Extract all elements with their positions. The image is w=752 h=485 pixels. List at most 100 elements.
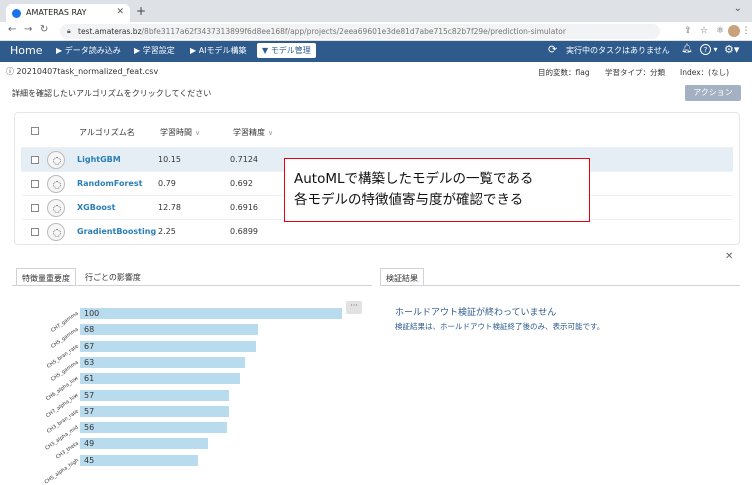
row-checkbox[interactable] [31, 228, 39, 236]
holdout-status-note: 検証結果は、ホールドアウト検証終了後のみ、表示可能です。 [395, 322, 605, 331]
project-info-bar: ⓘ 20210407task_normalized_feat.csv 目的変数：… [0, 62, 752, 80]
algorithm-icon [47, 199, 65, 217]
importance-value: 68 [84, 325, 95, 335]
app-navbar: Home ▶ データ読み込み ▶ 学習設定 ▶ AIモデル構築 ▼ モデル管理 … [0, 41, 752, 62]
annotation-callout: AutoMLで構築したモデルの一覧である 各モデルの特徴値寄与度が確認できる [284, 158, 590, 222]
favicon-icon [12, 9, 21, 18]
chart-more-button[interactable]: ··· [346, 301, 362, 314]
tab-row-effect[interactable]: 行ごとの影響度 [80, 268, 146, 286]
close-tab-icon[interactable]: ✕ [116, 7, 124, 17]
tab-validation-results[interactable]: 検証結果 [380, 268, 424, 286]
header-accuracy[interactable]: 学習精度 ∨ [233, 127, 273, 138]
importance-bar[interactable] [80, 324, 259, 336]
row-checkbox[interactable] [31, 204, 39, 212]
nav-learning-settings[interactable]: ▶ 学習設定 [134, 45, 175, 56]
train-time: 2.25 [158, 227, 176, 236]
nav-model-management[interactable]: ▼ モデル管理 [257, 43, 316, 58]
lock-icon: 🔒︎ [67, 27, 71, 35]
importance-bar[interactable] [80, 308, 342, 319]
algorithm-name[interactable]: XGBoost [77, 203, 115, 212]
importance-value: 45 [84, 455, 95, 465]
train-time: 12.78 [158, 203, 181, 212]
help-label: ? [700, 44, 711, 55]
train-time: 0.79 [158, 179, 176, 188]
select-all-checkbox[interactable] [31, 127, 39, 135]
profile-avatar[interactable] [728, 25, 740, 37]
importance-bar[interactable] [80, 340, 256, 352]
back-icon[interactable]: ← [8, 24, 16, 35]
importance-value: 67 [84, 341, 95, 351]
browser-tab-bar: AMATERAS RAY ✕ + ⌄ [0, 0, 752, 22]
reload-icon[interactable]: ↻ [40, 24, 48, 35]
importance-bar[interactable] [80, 438, 209, 450]
algorithm-icon [47, 223, 65, 241]
feature-label: CH5_alpha_high [43, 457, 80, 485]
address-bar[interactable]: 🔒︎ test.amateras.bz/8bfe3117a62f34373138… [60, 24, 660, 39]
importance-bar[interactable] [80, 405, 230, 417]
learning-type: 学習タイプ：分類 [605, 68, 665, 77]
importance-value: 57 [84, 406, 95, 416]
extensions-icon[interactable]: ⚛ [714, 25, 726, 37]
settings-gear-icon[interactable]: ⚙▾ [724, 43, 739, 56]
importance-bar[interactable] [80, 422, 227, 434]
table-row[interactable]: GradientBoosting 2.25 0.6899 [21, 219, 733, 243]
instruction-text: 詳細を確認したいアルゴリズムをクリックしてください [12, 89, 212, 98]
tab-title: AMATERAS RAY [26, 8, 87, 17]
share-icon[interactable]: ⇪ [682, 25, 694, 37]
importance-bar[interactable] [80, 389, 230, 401]
importance-value: 49 [84, 439, 95, 449]
browser-toolbar: ← → ↻ 🔒︎ test.amateras.bz/8bfe3117a62f34… [0, 22, 752, 41]
nav-ai-model-build[interactable]: ▶ AIモデル構築 [190, 45, 247, 56]
bookmark-star-icon[interactable]: ☆ [698, 25, 710, 37]
row-checkbox[interactable] [31, 156, 39, 164]
row-checkbox[interactable] [31, 180, 39, 188]
train-time: 10.15 [158, 155, 181, 164]
importance-value: 100 [84, 309, 100, 318]
importance-bar[interactable] [80, 454, 198, 466]
header-train-time-label: 学習時間 [160, 128, 192, 137]
accuracy: 0.7124 [230, 155, 258, 164]
tab-feature-importance[interactable]: 特徴量重要度 [16, 268, 76, 286]
url-host: test.amateras.bz [78, 27, 142, 36]
target-variable: 目的変数：flag [538, 68, 590, 77]
importance-bar[interactable] [80, 356, 246, 368]
header-train-time[interactable]: 学習時間 ∨ [160, 127, 200, 138]
algorithm-name[interactable]: LightGBM [77, 155, 121, 164]
left-panel-divider [12, 285, 372, 286]
close-panel-icon[interactable]: ✕ [725, 251, 733, 262]
dataset-filename: ⓘ 20210407task_normalized_feat.csv [6, 66, 158, 77]
forward-icon[interactable]: → [24, 24, 32, 35]
nav-home[interactable]: Home [10, 44, 42, 57]
new-tab-icon[interactable]: + [136, 4, 146, 18]
algorithm-icon [47, 151, 65, 169]
sort-chevron-icon: ∨ [195, 129, 201, 137]
index-info: Index：(なし) [680, 68, 729, 77]
window-minimize-icon[interactable]: ⌄ [734, 3, 742, 14]
callout-line-1: AutoMLで構築したモデルの一覧である [294, 171, 534, 187]
bell-icon[interactable]: 🔔︎ [681, 44, 692, 54]
holdout-status-title: ホールドアウト検証が終わっていません [395, 308, 557, 318]
algorithm-name[interactable]: GradientBoosting [77, 227, 156, 236]
task-status: 実行中のタスクはありません [566, 46, 670, 55]
browser-tab[interactable]: AMATERAS RAY ✕ [6, 4, 130, 22]
importance-value: 56 [84, 423, 95, 433]
info-circle-icon: ⓘ [6, 67, 17, 76]
action-button[interactable]: アクション [685, 85, 741, 101]
header-accuracy-label: 学習精度 [233, 128, 265, 137]
accuracy: 0.6899 [230, 227, 258, 236]
help-icon[interactable]: ? ▾ [700, 44, 718, 55]
algorithm-name[interactable]: RandomForest [77, 179, 142, 188]
sync-icon: ⟳ [548, 43, 558, 56]
nav-data-load[interactable]: ▶ データ読み込み [56, 45, 121, 56]
url-path: /8bfe3117a62f3437313899f6d8ee168f/app/pr… [141, 27, 566, 36]
accuracy: 0.6916 [230, 203, 258, 212]
importance-bar[interactable] [80, 373, 240, 385]
header-algorithm-name: アルゴリズム名 [79, 128, 135, 137]
importance-value: 63 [84, 357, 95, 367]
dataset-filename-text: 20210407task_normalized_feat.csv [16, 67, 159, 76]
browser-menu-icon[interactable]: ⋮ [740, 25, 752, 37]
accuracy: 0.692 [230, 179, 253, 188]
algorithm-icon [47, 175, 65, 193]
importance-value: 61 [84, 374, 95, 384]
right-panel-divider [380, 285, 740, 286]
